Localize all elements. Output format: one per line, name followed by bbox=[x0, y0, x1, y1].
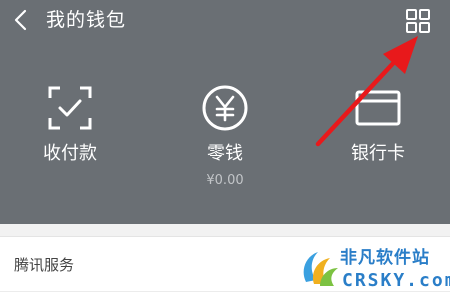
change-balance: ¥0.00 bbox=[206, 173, 244, 188]
grid-icon bbox=[406, 9, 430, 33]
page-title: 我的钱包 bbox=[46, 9, 127, 31]
tile-receive-payment[interactable]: 收付款 bbox=[10, 84, 130, 204]
watermark-text-cn: 非凡软件站 bbox=[340, 248, 430, 268]
tile-label: 银行卡 bbox=[351, 143, 405, 164]
yen-circle-icon bbox=[202, 85, 248, 131]
crsky-logo-icon bbox=[303, 252, 338, 286]
watermark: 非凡软件站 CRSKY.com bbox=[296, 240, 450, 300]
tile-change[interactable]: 零钱 ¥0.00 bbox=[165, 84, 285, 204]
grid-menu-button[interactable] bbox=[405, 8, 431, 34]
back-button[interactable] bbox=[8, 6, 36, 34]
scan-check-icon bbox=[48, 86, 92, 130]
tile-label: 收付款 bbox=[43, 143, 97, 164]
top-bar: 我的钱包 bbox=[0, 0, 450, 44]
watermark-text-en: CRSKY.com bbox=[342, 270, 450, 291]
tile-bank-card[interactable]: 银行卡 bbox=[318, 84, 438, 204]
section-title: 腾讯服务 bbox=[14, 256, 75, 274]
bank-card-icon bbox=[355, 90, 401, 126]
tile-label: 零钱 bbox=[207, 143, 243, 164]
chevron-left-icon bbox=[14, 9, 27, 31]
wallet-screen: 我的钱包 收付款 零钱 ¥0.00 银行卡 腾讯服务 非凡软件站 CRSKY.c… bbox=[0, 0, 450, 300]
wallet-header: 我的钱包 收付款 零钱 ¥0.00 银行卡 bbox=[0, 0, 450, 224]
